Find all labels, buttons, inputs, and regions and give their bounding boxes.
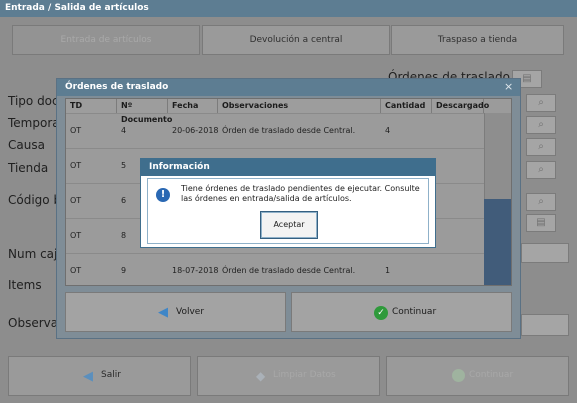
continuar-bg-button[interactable]: Continuar: [386, 356, 569, 396]
table-scrollbar-thumb[interactable]: [484, 199, 511, 285]
tab-traspaso-tienda[interactable]: Traspaso a tienda: [391, 25, 564, 55]
tienda-label: Tienda: [8, 161, 49, 175]
num-caja-field[interactable]: [521, 243, 569, 263]
num-caja-label: Num caj: [8, 247, 58, 261]
salir-label: Salir: [101, 370, 121, 380]
cell-cantidad: 4: [385, 126, 391, 135]
temporada-label: Tempora: [8, 116, 60, 130]
informacion-message: Tiene órdenes de traslado pendientes de …: [181, 184, 420, 203]
cell-observaciones: Órden de traslado desde Central.: [222, 266, 356, 275]
codigo-search-button[interactable]: ⌕: [526, 193, 556, 211]
aceptar-button[interactable]: Aceptar: [260, 211, 318, 239]
cell-descargado: [432, 114, 484, 148]
search-icon: ⌕: [538, 119, 544, 130]
cell-descargado: [432, 184, 484, 218]
codigo-barras-label: Código b: [8, 193, 62, 207]
volver-button[interactable]: ◀ Volver: [65, 292, 286, 332]
informacion-dialog: Información ! Tiene órdenes de traslado …: [140, 158, 436, 248]
column-header-fecha[interactable]: Fecha: [168, 99, 218, 113]
salir-button[interactable]: ◀ Salir: [8, 356, 191, 396]
cell-descargado: [432, 219, 484, 253]
cell-descargado: [432, 149, 484, 183]
cell-td: OT: [70, 126, 82, 135]
cell-observaciones: Órden de traslado desde Central.: [222, 126, 356, 135]
cell-td: OT: [70, 231, 82, 240]
table-row[interactable]: OT 9 18-07-2018 Órden de traslado desde …: [66, 253, 484, 287]
eraser-icon: ◆: [256, 369, 266, 383]
cell-fecha: 18-07-2018: [172, 266, 218, 275]
column-header-cantidad[interactable]: Cantidad: [381, 99, 432, 113]
search-icon: ⌕: [538, 97, 544, 108]
continuar-button[interactable]: ✓ Continuar: [291, 292, 512, 332]
document-icon: ▤: [522, 73, 532, 84]
search-icon: ⌕: [538, 141, 544, 152]
cell-td: OT: [70, 161, 82, 170]
check-icon: ✓: [374, 306, 388, 320]
ordenes-dialog-title: Órdenes de traslado: [65, 82, 169, 92]
tab-entrada-articulos[interactable]: Entrada de artículos: [12, 25, 200, 55]
column-header-num-documento[interactable]: Nº Documento: [117, 99, 172, 124]
cell-td: OT: [70, 196, 82, 205]
causa-search-button[interactable]: ⌕: [526, 138, 556, 156]
search-icon: ⌕: [538, 164, 544, 175]
observaciones-label: Observa: [8, 316, 59, 330]
codigo-extra-button[interactable]: ▤: [526, 214, 556, 232]
cell-descargado: [432, 254, 484, 288]
cell-cantidad: 1: [385, 266, 391, 275]
continuar-label: Continuar: [392, 307, 437, 317]
table-row[interactable]: OT 4 20-06-2018 Órden de traslado desde …: [66, 113, 484, 147]
info-icon: !: [156, 188, 170, 202]
informacion-title: Información: [149, 162, 210, 172]
arrow-left-icon: ◀: [158, 305, 168, 320]
arrow-left-icon: ◀: [83, 369, 93, 384]
cell-num: 4: [121, 126, 127, 135]
volver-label: Volver: [176, 307, 205, 317]
window-title: Entrada / Salida de artículos: [5, 3, 149, 13]
tab-devolucion-central[interactable]: Devolución a central: [202, 25, 390, 55]
continuar-bg-label: Continuar: [469, 370, 514, 380]
search-icon: ⌕: [538, 196, 544, 207]
observaciones-field[interactable]: [521, 314, 569, 336]
close-icon[interactable]: ×: [504, 80, 513, 93]
cell-td: OT: [70, 266, 82, 275]
informacion-titlebar: Información: [141, 159, 435, 176]
cell-fecha: 20-06-2018: [172, 126, 218, 135]
cell-num: 9: [121, 266, 127, 275]
column-header-observaciones[interactable]: Observaciones: [218, 99, 381, 113]
tienda-search-button[interactable]: ⌕: [526, 161, 556, 179]
tipo-doc-search-button[interactable]: ⌕: [526, 94, 556, 112]
items-label: Items: [8, 278, 42, 292]
limpiar-label: Limpiar Datos: [273, 370, 336, 380]
ordenes-dialog-titlebar: Órdenes de traslado ×: [57, 79, 520, 96]
tipo-doc-label: Tipo doc: [8, 94, 59, 108]
temporada-search-button[interactable]: ⌕: [526, 116, 556, 134]
check-icon: [452, 369, 465, 382]
causa-label: Causa: [8, 138, 45, 152]
window-titlebar: Entrada / Salida de artículos: [0, 0, 577, 17]
limpiar-datos-button[interactable]: ◆ Limpiar Datos: [197, 356, 380, 396]
column-header-descargado[interactable]: Descargado: [432, 99, 489, 113]
column-header-td[interactable]: TD: [66, 99, 117, 113]
document-icon: ▤: [536, 217, 546, 228]
